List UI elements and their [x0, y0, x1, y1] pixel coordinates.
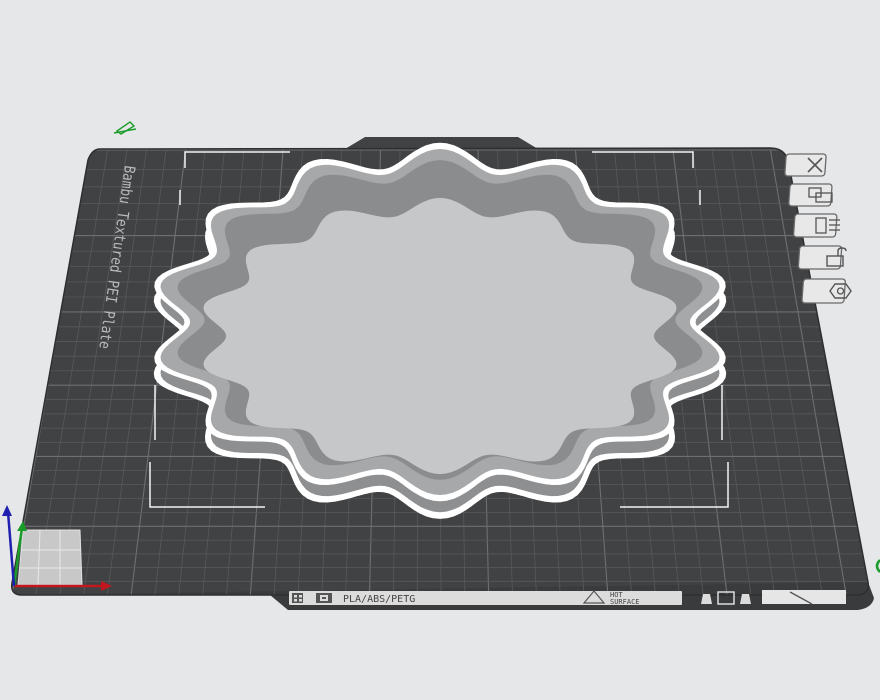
3d-viewport[interactable]: Bambu Textured PEI Plate PLA/ABS/PETG HO… — [0, 0, 880, 700]
surface-label: SURFACE — [610, 598, 640, 606]
close-icon[interactable] — [784, 153, 827, 177]
plate-label-strip: PLA/ABS/PETG HOT SURFACE — [289, 590, 846, 606]
arrange-icon[interactable] — [788, 183, 833, 207]
edit-pencil-icon[interactable] — [113, 121, 137, 135]
filament-types-label: PLA/ABS/PETG — [343, 594, 415, 605]
settings-hex-icon[interactable] — [801, 278, 852, 304]
origin-tile — [17, 529, 83, 586]
plate-settings-icon[interactable] — [792, 213, 840, 238]
lock-icon[interactable] — [797, 245, 847, 270]
